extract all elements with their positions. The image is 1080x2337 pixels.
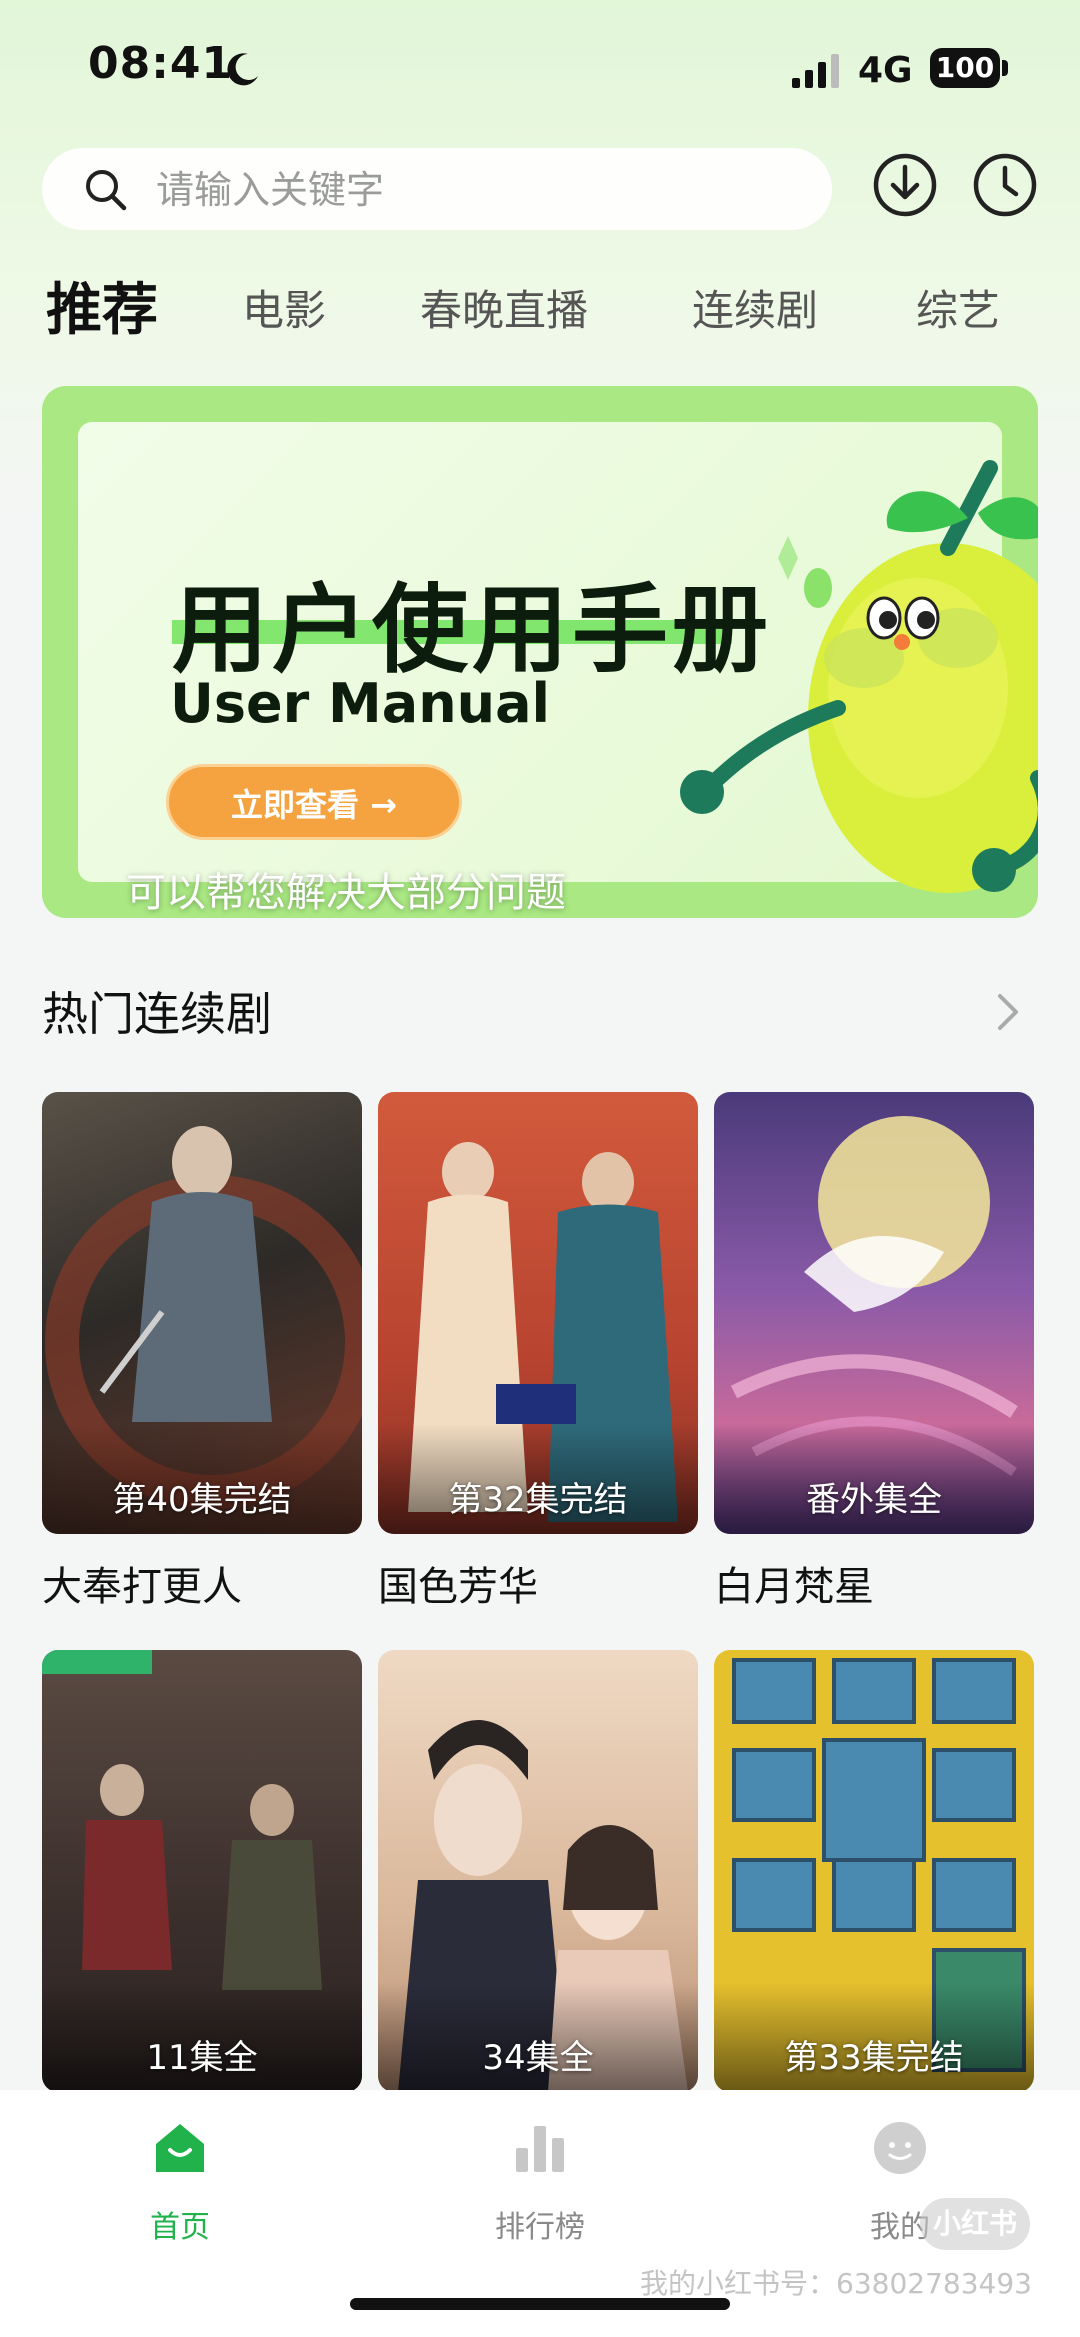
episode-badge: 第33集完结 <box>784 2038 964 2078</box>
episode-badge: 第32集完结 <box>448 1480 628 1520</box>
poster-image[interactable]: 第32集完结 <box>378 1092 698 1534</box>
episode-badge: 34集全 <box>482 2038 594 2078</box>
episode-badge: 番外集全 <box>806 1480 942 1520</box>
poster-image[interactable]: 第33集完结 <box>714 1650 1034 2092</box>
watermark-text: 我的小红书号：63802783493 <box>640 2267 1032 2300</box>
banner-card: 用户使用手册 User Manual 立即查看 → 可以帮您解决大部分问题 <box>78 422 1038 916</box>
tab-recommend[interactable]: 推荐 <box>46 265 158 346</box>
moon-icon <box>227 53 258 86</box>
poster-image[interactable]: 11集全 <box>42 1650 362 2092</box>
battery-tip <box>1002 60 1008 76</box>
download-icon[interactable] <box>872 152 938 218</box>
episode-badge: 第40集完结 <box>112 1480 292 1520</box>
nav-home[interactable]: 首页 <box>80 2120 280 2270</box>
show-title: 大奉打更人 <box>42 1564 242 1610</box>
poster-image[interactable]: 第40集完结 <box>42 1092 362 1534</box>
tab-series[interactable]: 连续剧 <box>692 277 818 338</box>
network-type: 4G <box>858 50 913 91</box>
status-bar: 08:41 4G 100 <box>0 0 1080 140</box>
search-icon <box>86 170 127 211</box>
nav-home-label: 首页 <box>150 2210 210 2245</box>
view-now-button[interactable]: 立即查看 → <box>166 764 462 840</box>
lemon-mascot-icon <box>680 460 1038 893</box>
tab-variety[interactable]: 综艺 <box>916 277 1000 338</box>
episode-badge: 11集全 <box>146 2038 258 2078</box>
search-input[interactable] <box>154 158 798 222</box>
poster-image[interactable]: 番外集全 <box>714 1092 1034 1534</box>
home-icon <box>156 2124 204 2172</box>
category-tabs: 推荐 电影 春晚直播 连续剧 综艺 <box>0 265 1080 345</box>
section-title: 热门连续剧 <box>42 987 272 1041</box>
signal-icon <box>792 54 839 88</box>
profile-icon <box>874 2122 926 2174</box>
home-indicator[interactable] <box>350 2298 730 2310</box>
search-bar[interactable] <box>42 148 832 230</box>
tab-movies[interactable]: 电影 <box>242 277 326 338</box>
tab-spring-gala-live[interactable]: 春晚直播 <box>420 277 588 338</box>
poster-image[interactable]: 34集全 <box>378 1650 698 2092</box>
chevron-right-icon[interactable] <box>990 988 1026 1036</box>
nav-ranking-label: 排行榜 <box>495 2210 585 2245</box>
battery-indicator: 100 <box>930 48 1000 88</box>
show-title: 国色芳华 <box>378 1564 538 1610</box>
watermark-logo: 小红书 <box>920 2198 1030 2250</box>
ranking-icon <box>516 2126 564 2172</box>
banner-caption: 可以帮您解决大部分问题 <box>126 870 566 916</box>
user-manual-banner[interactable]: 用户使用手册 User Manual 立即查看 → 可以帮您解决大部分问题 <box>42 386 1038 918</box>
history-icon[interactable] <box>972 152 1038 218</box>
banner-subtitle: User Manual <box>170 672 551 735</box>
nav-ranking[interactable]: 排行榜 <box>440 2120 640 2270</box>
show-title: 白月梵星 <box>714 1564 874 1610</box>
status-time: 08:41 <box>88 38 234 89</box>
